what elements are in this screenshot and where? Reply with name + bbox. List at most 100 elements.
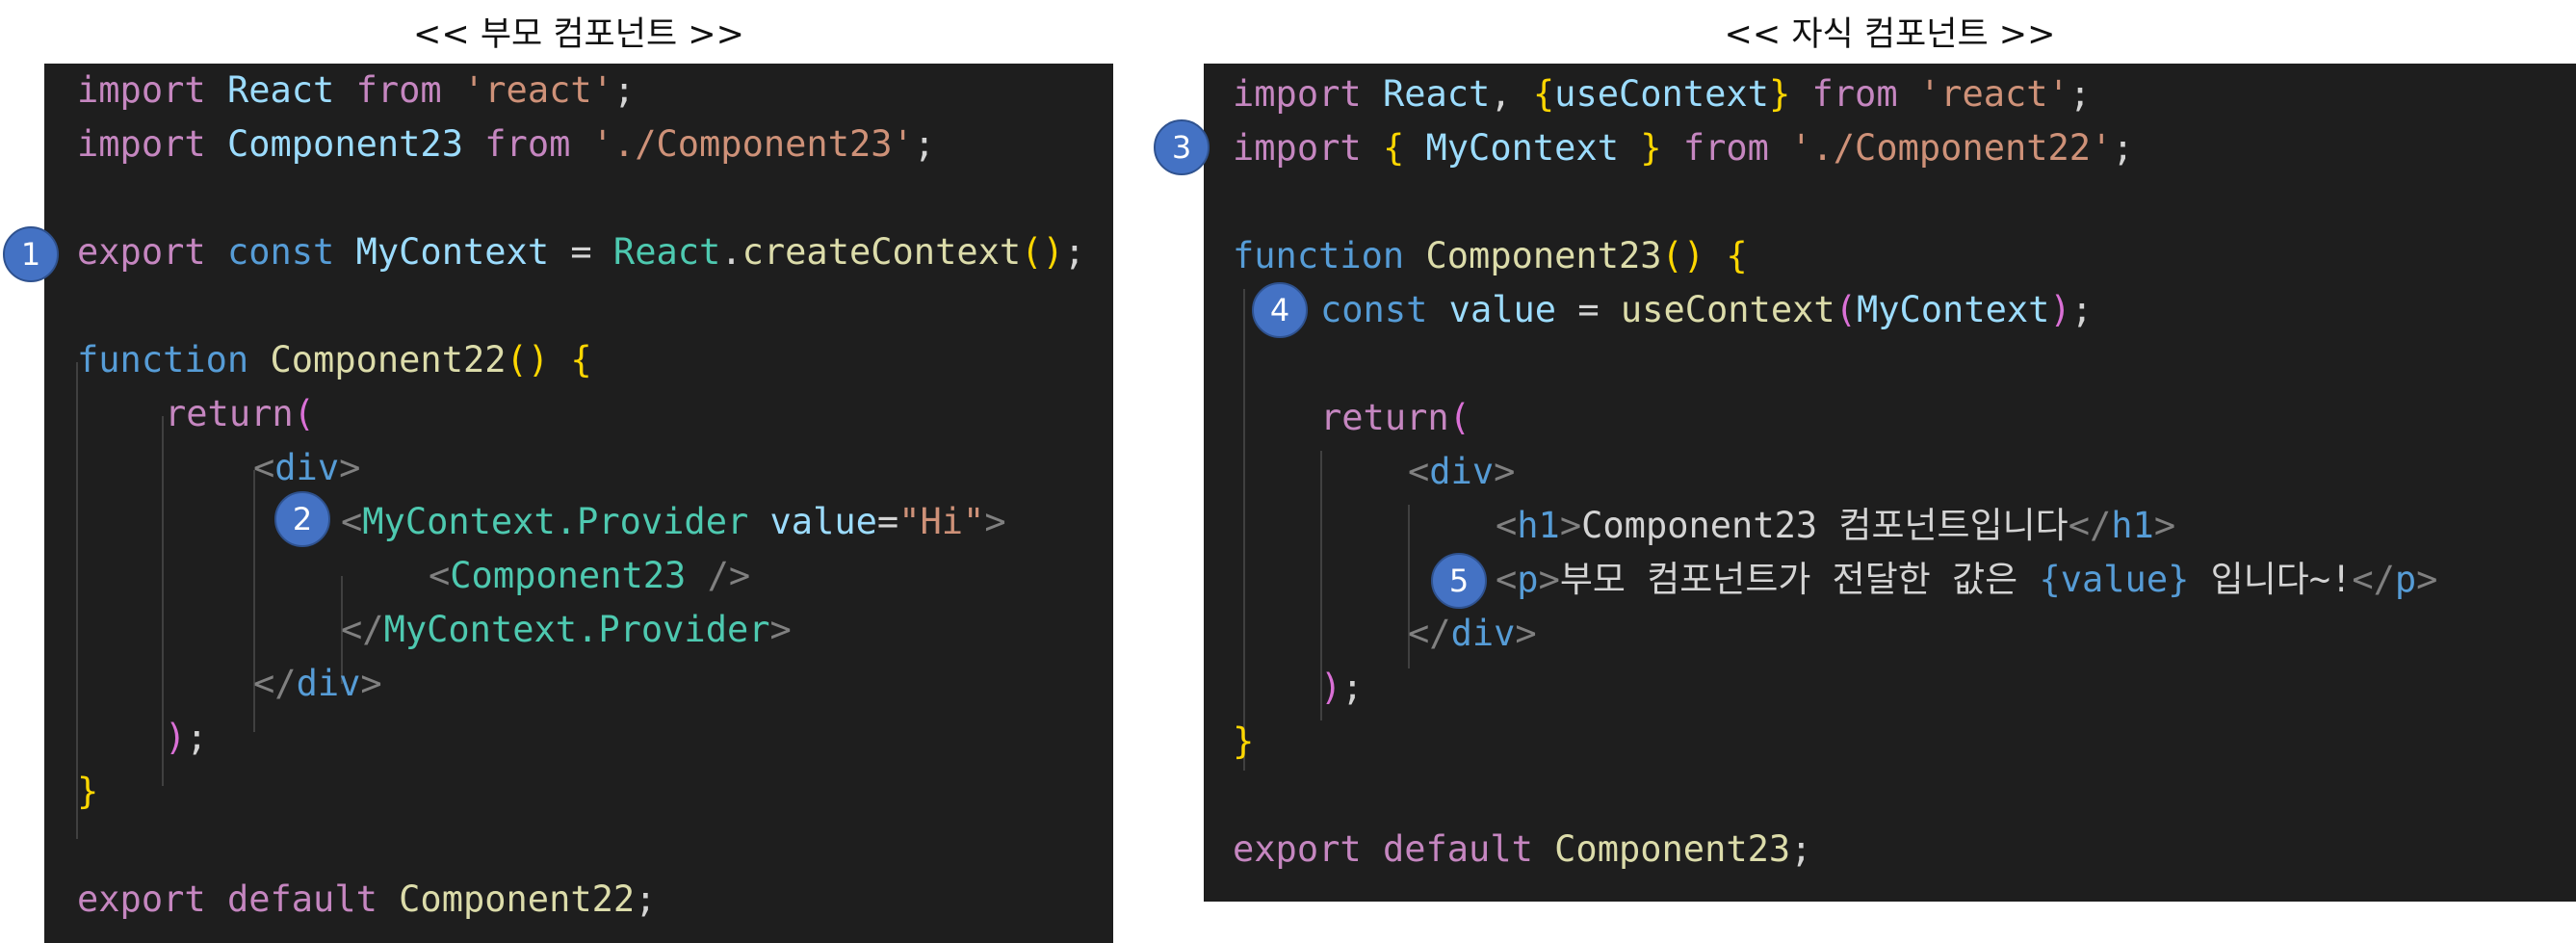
code-token: p [2394,559,2417,600]
code-token: ; [1341,667,1364,708]
code-token: './Component22' [1790,127,2113,169]
code-token: > [339,447,361,488]
code-token: p [1517,559,1539,600]
code-token: import [77,123,206,165]
step-badge-3: 3 [1154,119,1210,175]
code-token: ; [635,878,657,920]
code-line: return( [165,387,315,441]
code-line: export default Component23; [1233,823,1811,877]
code-token: </ [253,663,297,704]
code-token: Component23 [226,123,463,165]
code-token: Component23 [450,555,687,596]
code-token: MyContext [355,231,550,273]
code-line: import React, {useContext} from 'react'; [1233,67,2091,121]
code-token: ) [2049,289,2071,330]
code-token: value [1448,289,1557,330]
code-token: } [1640,127,1662,169]
code-token: ; [2112,127,2134,169]
step-badge-1: 1 [3,226,59,282]
code-line: } [77,765,98,819]
code-token: ) [1320,667,1342,708]
code-token: const [226,231,335,273]
code-token: > [984,501,1006,542]
code-token: </ [1408,613,1451,654]
code-token: ; [1063,231,1086,273]
code-token: ) [1042,231,1064,273]
code-token: < [1496,505,1518,546]
code-token: value [769,501,877,542]
code-line: </MyContext.Provider> [341,603,792,657]
code-line: function Component22() { [77,333,592,387]
code-token: return [1320,397,1449,438]
code-token: < [429,555,451,596]
code-token: from [1682,127,1769,169]
code-token: default [1382,828,1533,870]
code-token: = [1556,289,1621,330]
code-token: {value} [2039,559,2190,600]
code-token: import [1233,73,1362,115]
code-token: function [77,339,249,380]
code-line: ); [165,711,208,765]
code-token: export [77,231,206,273]
code-line: import React from 'react'; [77,64,635,118]
code-token: import [1233,127,1362,169]
code-token: from [1811,73,1898,115]
code-token: 부모 컴포넌트가 전달한 값은 [1559,559,2040,600]
code-line: </div> [1408,607,1537,661]
code-token: ( [293,393,315,434]
code-token: < [1408,451,1430,492]
code-token: createContext [742,231,1022,273]
code-line: <h1>Component23 컴포넌트입니다</h1> [1496,499,2175,553]
code-token: 입니다~! [2189,559,2353,600]
code-line: function Component23() { [1233,229,1748,283]
code-token: ; [1790,828,1812,870]
code-token: </ [2068,505,2112,546]
code-token: div [1450,613,1516,654]
code-token: /> [707,555,751,596]
code-token: return [165,393,294,434]
code-token: import [77,69,206,111]
code-token: 'react' [1918,73,2069,115]
code-line: export default Component22; [77,873,656,927]
code-token: ( [1834,289,1857,330]
code-token: = [549,231,613,273]
code-token: "Hi" [898,501,985,542]
code-token: from [355,69,442,111]
indent-guide [1243,289,1245,771]
code-token: } [77,771,99,812]
indent-guide [162,416,164,786]
code-line: } [1233,715,1254,769]
code-token: useContext [1554,73,1769,115]
code-token: > [1559,505,1582,546]
code-token: </ [341,609,384,650]
code-line: <Component23 /> [429,549,750,603]
code-token: ; [2070,289,2093,330]
code-line: export const MyContext = React.createCon… [77,225,1085,279]
code-token: ( [1021,231,1043,273]
code-line: import Component23 from './Component23'; [77,118,935,171]
code-line: const value = useContext(MyContext); [1320,283,2093,337]
code-token: ) [1682,235,1705,276]
code-token: < [341,501,363,542]
code-line: <p>부모 컴포넌트가 전달한 값은 {value} 입니다~!</p> [1496,553,2437,607]
code-token: ; [612,69,636,111]
code-token: React [1382,73,1491,115]
code-token: div [296,663,361,704]
code-token: ) [165,717,187,758]
parent-code-panel: import React from 'react'; import Compon… [44,64,1113,943]
step-badge-2: 2 [274,491,330,547]
code-token: MyContext [1425,127,1619,169]
code-token: React [226,69,335,111]
code-token: = [876,501,899,542]
code-token: } [1768,73,1791,115]
code-token: React [612,231,721,273]
code-line: <MyContext.Provider value="Hi"> [341,495,1006,549]
code-token: } [1233,720,1255,762]
code-token: , [1490,73,1533,115]
code-token: ( [506,339,528,380]
code-token: h1 [1517,505,1560,546]
code-token: Component23 [1554,828,1791,870]
code-token: './Component23' [591,123,914,165]
code-token: ( [1448,397,1470,438]
code-token: div [1429,451,1495,492]
